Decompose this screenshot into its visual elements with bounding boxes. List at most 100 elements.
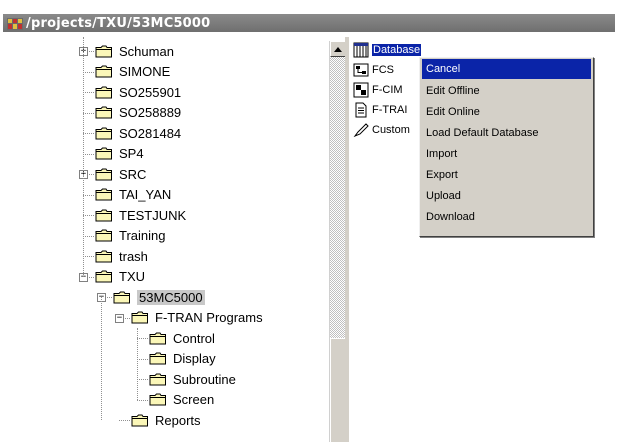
menu-item-edit-offline[interactable]: Edit Offline — [422, 81, 591, 101]
folder-icon — [149, 352, 167, 365]
tree-item[interactable]: 53MC5000 — [113, 287, 205, 307]
collapse-icon[interactable]: − — [115, 313, 124, 323]
tree-connector — [83, 153, 94, 155]
window-title: /projects/TXU/53MC5000 — [26, 15, 211, 31]
tree-item[interactable]: F-TRAN Programs — [131, 308, 263, 328]
fcim-icon — [353, 82, 369, 98]
folder-icon — [131, 311, 149, 324]
folder-icon — [149, 332, 167, 345]
tree-item-label: 53MC5000 — [137, 289, 205, 305]
tree-item-label: TAI_YAN — [119, 187, 172, 202]
folder-icon — [95, 229, 113, 242]
pen-icon — [353, 122, 369, 138]
tree-item[interactable]: Reports — [131, 410, 201, 430]
context-menu: Cancel Edit Offline Edit Online Load Def… — [419, 57, 594, 237]
tree-connector — [83, 235, 94, 237]
tree-guide-line — [137, 328, 138, 400]
title-bar: /projects/TXU/53MC5000 — [0, 0, 621, 35]
tree-guide-line — [83, 37, 84, 277]
folder-icon — [95, 86, 113, 99]
folder-icon — [149, 373, 167, 386]
list-item-label: F-CIM — [372, 84, 403, 96]
list-item-label: Database — [372, 44, 422, 56]
document-icon — [353, 102, 369, 118]
scroll-up-button[interactable] — [330, 41, 346, 57]
tree-item[interactable]: Schuman — [95, 41, 174, 61]
tree-connector — [137, 338, 148, 339]
folder-icon — [95, 147, 113, 160]
grid-app-icon — [7, 17, 23, 30]
list-item-database[interactable]: Database — [353, 41, 422, 59]
tree-connector — [137, 379, 148, 380]
title-bar-strip: /projects/TXU/53MC5000 — [3, 14, 615, 32]
tree-item[interactable]: Control — [149, 328, 215, 348]
tree-item-label: SO258889 — [119, 105, 182, 120]
list-item-label: Custom — [372, 124, 410, 136]
tree-item-label: SP4 — [119, 146, 144, 161]
tree-connector — [137, 399, 148, 401]
list-item-custom[interactable]: Custom — [353, 121, 410, 139]
tree-connector — [83, 215, 94, 216]
tree-connector — [83, 194, 94, 196]
tree-item[interactable]: SRC — [95, 164, 146, 184]
tree-item-label: Control — [173, 330, 215, 346]
tree-item-label: SO281484 — [119, 125, 182, 141]
list-item-label: FCS — [372, 64, 394, 76]
tree-item-label: TXU — [119, 269, 145, 284]
list-item-fcs[interactable]: FCS — [353, 61, 394, 79]
folder-icon — [95, 65, 113, 78]
tree-item[interactable]: SIMONE — [95, 62, 170, 82]
tree-item-label: Subroutine — [173, 371, 236, 387]
menu-item-upload[interactable]: Upload — [422, 186, 591, 206]
menu-item-load-default-database[interactable]: Load Default Database — [422, 123, 591, 143]
tree-item-label: trash — [119, 248, 148, 264]
tree-item[interactable]: SO255901 — [95, 82, 181, 102]
tree-item[interactable]: Subroutine — [149, 369, 236, 389]
tree-connector — [119, 420, 130, 421]
tree-connector — [83, 92, 94, 93]
tree-item[interactable]: Training — [95, 226, 165, 246]
menu-item-download[interactable]: Download — [422, 207, 591, 227]
tree-connector — [83, 133, 94, 134]
folder-icon — [95, 188, 113, 201]
menu-item-edit-online[interactable]: Edit Online — [422, 102, 591, 122]
tree-connector — [83, 112, 94, 114]
tree-connector — [83, 256, 94, 257]
tree-item[interactable]: SO258889 — [95, 103, 181, 123]
tree-item[interactable]: TAI_YAN — [95, 185, 171, 205]
tree-item-label: SIMONE — [119, 64, 171, 79]
tree-item[interactable]: SP4 — [95, 144, 144, 164]
tree-item[interactable]: trash — [95, 246, 148, 266]
list-item-label: F-TRAI — [372, 104, 408, 116]
list-item-fcim[interactable]: F-CIM — [353, 81, 403, 99]
database-icon — [353, 42, 369, 58]
folder-icon — [95, 209, 113, 222]
tree-item[interactable]: TXU — [95, 267, 145, 287]
tree-item-label: Reports — [155, 412, 201, 428]
scroll-thumb[interactable] — [330, 338, 346, 442]
tree-item-label: SO255901 — [119, 84, 182, 100]
arrow-up-icon — [334, 46, 342, 52]
folder-icon — [95, 168, 113, 181]
tree-item[interactable]: Display — [149, 349, 216, 369]
fcs-icon — [353, 62, 369, 78]
tree-connector — [137, 358, 148, 360]
tree-item-label: SRC — [119, 166, 147, 182]
tree-connector — [83, 71, 94, 73]
tree-item[interactable]: SO281484 — [95, 123, 181, 143]
tree-guide-line — [101, 297, 102, 420]
tree-item[interactable]: Screen — [149, 390, 214, 410]
menu-item-import[interactable]: Import — [422, 144, 591, 164]
folder-icon — [95, 250, 113, 263]
tree-item-label: Display — [173, 351, 216, 366]
tree-item-label: Training — [119, 228, 166, 243]
menu-item-cancel[interactable]: Cancel — [422, 59, 591, 79]
folder-tree-pane[interactable]: Schuman + SIMONE SO255901 SO258889 SO281484 SP… — [3, 37, 341, 442]
tree-scrollbar[interactable] — [329, 41, 346, 442]
folder-icon — [95, 45, 113, 58]
tree-item[interactable]: TESTJUNK — [95, 205, 186, 225]
tree-item-label: TESTJUNK — [119, 207, 187, 223]
menu-item-export[interactable]: Export — [422, 165, 591, 185]
folder-icon — [95, 127, 113, 140]
list-item-ftran[interactable]: F-TRAI — [353, 101, 407, 119]
